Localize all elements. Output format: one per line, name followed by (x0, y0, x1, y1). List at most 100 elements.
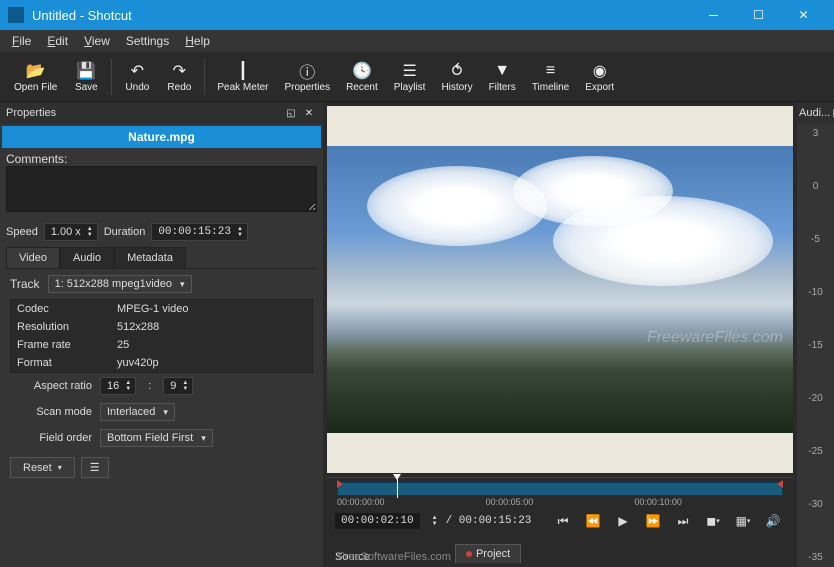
history-button[interactable]: ⥀History (435, 59, 478, 95)
tab-audio[interactable]: Audio (60, 247, 114, 268)
open-icon: 📂 (26, 61, 46, 81)
timeline-button[interactable]: ≡Timeline (526, 59, 575, 95)
player-panel: FreewareFiles.com 00:00:00:00 00:00:05:0… (323, 102, 797, 567)
duration-value: 00:00:15:23 (158, 226, 231, 238)
menubar: File Edit View Settings Help (0, 30, 834, 52)
menu-help[interactable]: Help (177, 32, 218, 50)
aspect-h-input[interactable]: 9▲▼ (163, 377, 193, 395)
menu-file[interactable]: File (4, 32, 39, 50)
center-area: FreewareFiles.com 00:00:00:00 00:00:05:0… (323, 102, 834, 567)
properties-panel-title: Properties (6, 107, 56, 119)
current-time[interactable]: 00:00:02:10 (335, 513, 420, 529)
scan-mode-label: Scan mode (10, 406, 92, 418)
field-order-select[interactable]: Bottom Field First (100, 429, 213, 447)
total-time: / 00:00:15:23 (446, 515, 532, 527)
menu-edit[interactable]: Edit (39, 32, 76, 50)
chevron-down-icon: ▾ (716, 517, 720, 525)
frame-rate-value: 25 (117, 339, 306, 351)
separator (204, 59, 205, 95)
disc-icon: ◉ (593, 61, 607, 81)
redo-icon: ↷ (173, 61, 186, 81)
tab-video[interactable]: Video (6, 247, 60, 268)
skip-previous-icon: ⏮ (558, 514, 569, 529)
menu-file-label: ile (19, 34, 31, 48)
watermark-2: FreeSoftwareFiles.com (338, 551, 451, 563)
peak-meter-button[interactable]: ┃Peak Meter (211, 59, 274, 95)
properties-panel: Properties ◱ ✕ Nature.mpg Comments: Spee… (0, 102, 323, 567)
grid-button[interactable]: ▦▾ (731, 509, 755, 533)
scan-mode-select[interactable]: Interlaced (100, 403, 175, 421)
funnel-icon: ▼ (494, 61, 510, 81)
playlist-button[interactable]: ☰Playlist (388, 59, 432, 95)
info-icon: ⓘ (299, 61, 315, 81)
rewind-button[interactable]: ⏪ (581, 509, 605, 533)
close-button[interactable]: ✕ (781, 0, 826, 30)
skip-previous-button[interactable]: ⏮ (551, 509, 575, 533)
panel-close-button[interactable]: ✕ (301, 105, 317, 121)
frame-rate-label: Frame rate (17, 339, 117, 351)
minimize-button[interactable]: ─ (691, 0, 736, 30)
hamburger-icon: ☰ (90, 461, 100, 474)
chevron-down-icon: ▾ (747, 517, 751, 525)
codec-label: Codec (17, 303, 117, 315)
record-dot-icon (466, 551, 472, 557)
titlebar: Untitled - Shotcut ─ ☐ ✕ (0, 0, 834, 30)
player-controls: 00:00:02:10 ▲▼ / 00:00:15:23 ⏮ ⏪ ▶ ⏩ ⏭ ◼… (327, 507, 793, 535)
undo-icon: ↶ (131, 61, 144, 81)
volume-button[interactable]: 🔊 (761, 509, 785, 533)
aspect-label: Aspect ratio (10, 380, 92, 392)
zoom-icon: ◼ (706, 514, 716, 528)
recent-button[interactable]: 🕓Recent (340, 59, 384, 95)
zoom-button[interactable]: ◼▾ (701, 509, 725, 533)
duration-label: Duration (104, 226, 146, 238)
play-button[interactable]: ▶ (611, 509, 635, 533)
skip-next-button[interactable]: ⏭ (671, 509, 695, 533)
aspect-w-input[interactable]: 16▲▼ (100, 377, 136, 395)
in-point-marker[interactable] (337, 480, 343, 488)
menu-settings[interactable]: Settings (118, 32, 177, 50)
speed-duration-row: Speed 1.00 x ▲▼ Duration 00:00:15:23 ▲▼ (0, 217, 323, 247)
history-icon: ⥀ (452, 61, 463, 81)
open-file-button[interactable]: 📂Open File (8, 59, 63, 95)
audio-panel-title: Audi... (799, 107, 830, 119)
properties-panel-header: Properties ◱ ✕ (0, 102, 323, 124)
playhead[interactable] (397, 478, 398, 498)
ruler-ticks: 00:00:00:00 00:00:05:00 00:00:10:00 (337, 497, 783, 507)
comments-input[interactable] (6, 166, 317, 212)
maximize-button[interactable]: ☐ (736, 0, 781, 30)
clock-icon: 🕓 (352, 61, 372, 81)
save-button[interactable]: 💾Save (67, 59, 105, 95)
menu-view[interactable]: View (76, 32, 118, 50)
window-title: Untitled - Shotcut (32, 8, 691, 23)
fast-forward-button[interactable]: ⏩ (641, 509, 665, 533)
time-spinner[interactable]: ▲▼ (430, 515, 440, 527)
properties-button[interactable]: ⓘProperties (279, 59, 337, 95)
speed-input[interactable]: 1.00 x ▲▼ (44, 223, 98, 241)
tab-metadata[interactable]: Metadata (114, 247, 186, 268)
video-preview[interactable]: FreewareFiles.com (327, 106, 793, 473)
filters-button[interactable]: ▼Filters (483, 59, 522, 95)
reset-button[interactable]: Reset (10, 457, 75, 478)
menu-help-label: elp (194, 34, 210, 48)
list-icon: ☰ (402, 61, 416, 81)
export-button[interactable]: ◉Export (579, 59, 620, 95)
track-label: Track (10, 277, 40, 291)
duration-spinner[interactable]: ▲▼ (235, 226, 245, 238)
speed-spinner[interactable]: ▲▼ (85, 226, 95, 238)
duration-input[interactable]: 00:00:15:23 ▲▼ (151, 223, 248, 241)
out-point-marker[interactable] (777, 480, 783, 488)
undo-button[interactable]: ↶Undo (118, 59, 156, 95)
field-order-label: Field order (10, 432, 92, 444)
project-tab[interactable]: Project (455, 544, 521, 563)
panel-float-button[interactable]: ◱ (283, 105, 299, 121)
video-frame: FreewareFiles.com (327, 146, 793, 432)
menu-button[interactable]: ☰ (81, 457, 109, 478)
save-icon: 💾 (76, 61, 96, 81)
track-select[interactable]: 1: 512x288 mpeg1video (48, 275, 192, 293)
grid-icon: ▦ (736, 514, 747, 528)
redo-button[interactable]: ↷Redo (160, 59, 198, 95)
fast-forward-icon: ⏩ (646, 514, 661, 528)
ruler-track (337, 482, 783, 496)
speed-label: Speed (6, 226, 38, 238)
timeline-ruler[interactable]: 00:00:00:00 00:00:05:00 00:00:10:00 (327, 477, 793, 507)
